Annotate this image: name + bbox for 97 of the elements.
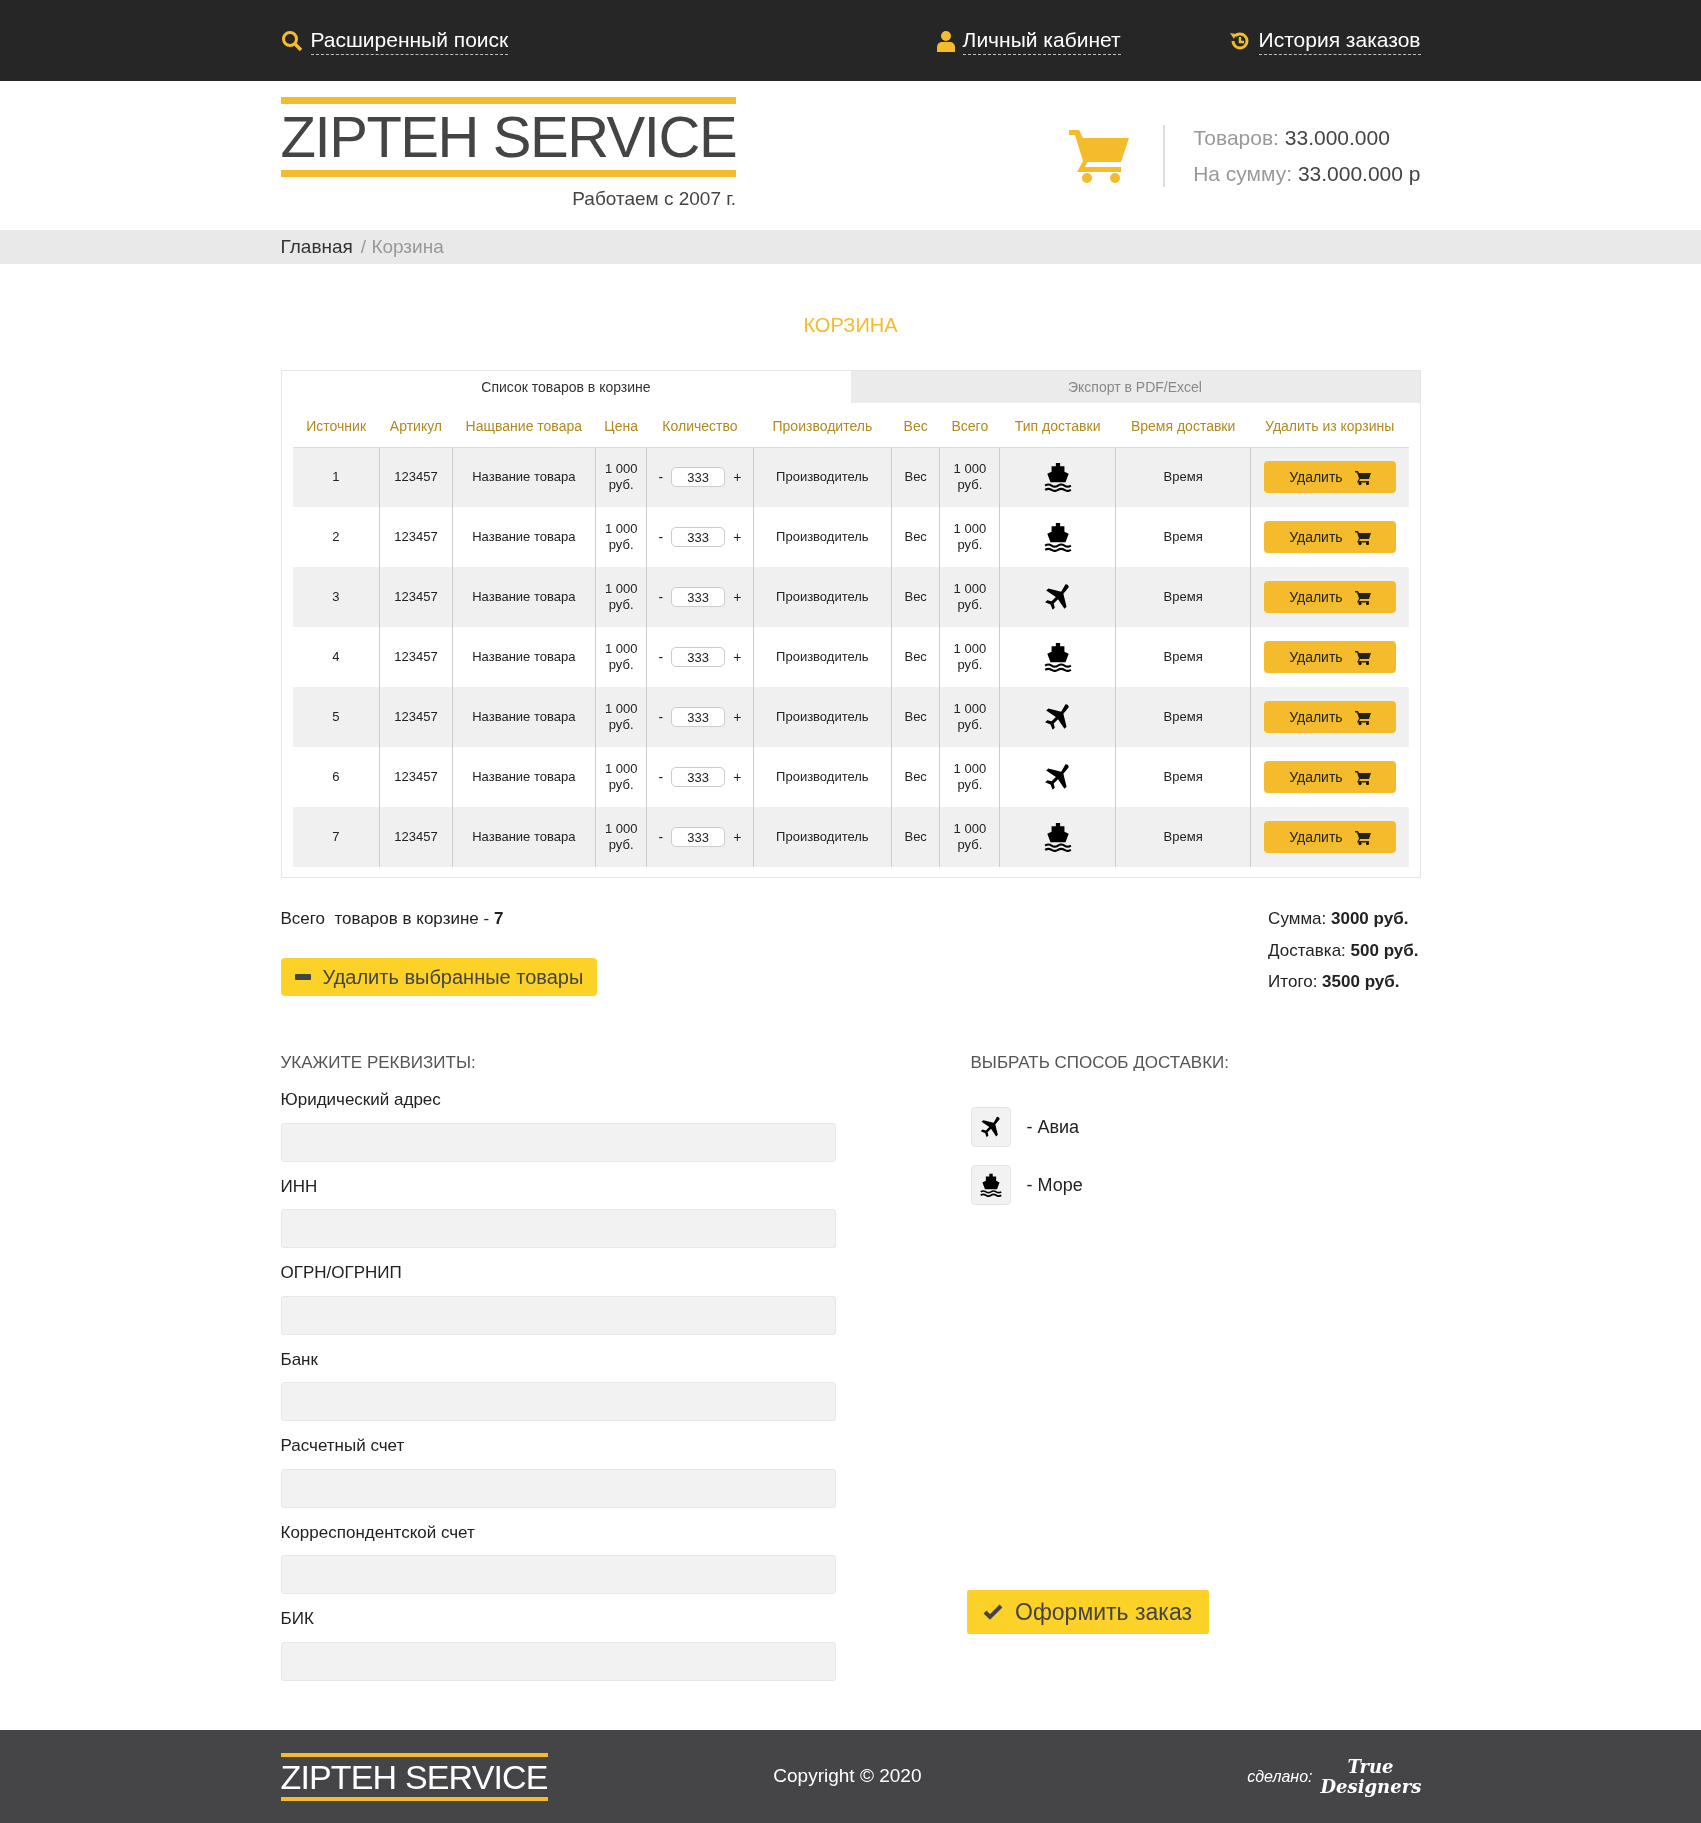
cart-icon — [1354, 529, 1371, 545]
ship-icon — [1042, 522, 1073, 552]
cart-icon — [1354, 769, 1371, 785]
quantity-field[interactable]: 333 — [671, 587, 726, 607]
footer-logo[interactable]: ZIPTEH SERVICE — [280, 1752, 548, 1801]
increase-button[interactable]: + — [733, 589, 742, 605]
search-icon[interactable] — [280, 29, 303, 52]
section-title: УКАЖИТЕ РЕКВИЗИТЫ: — [280, 1051, 477, 1074]
field-label: Банк — [280, 1348, 319, 1371]
delete-button[interactable]: Удалить — [1263, 641, 1396, 673]
field-label: ИНН — [280, 1175, 319, 1198]
decrease-button[interactable]: - — [658, 709, 664, 725]
quantity-field[interactable]: 333 — [671, 767, 726, 787]
column-header: Источник — [292, 407, 380, 447]
table-cell: 123457 — [379, 807, 453, 867]
decrease-button[interactable]: - — [658, 649, 664, 665]
ship-tile[interactable] — [970, 1165, 1011, 1205]
cart-icon — [1354, 649, 1371, 665]
column-header: Тип доставки — [999, 407, 1116, 447]
column-header: Нащвание товара — [452, 407, 596, 447]
nav-link[interactable]: Личный кабинет — [962, 26, 1121, 55]
copyright: Copyright © 2020 — [773, 1764, 922, 1789]
cart-icon — [1354, 469, 1371, 485]
quantity-field[interactable]: 333 — [671, 827, 726, 847]
delete-button[interactable]: Удалить — [1263, 581, 1396, 613]
increase-button[interactable]: + — [733, 769, 742, 785]
column-header: Цена — [595, 407, 647, 447]
field-label: Расчетный счет — [280, 1435, 406, 1457]
increase-button[interactable]: + — [733, 469, 742, 486]
ship-icon — [978, 1173, 1003, 1197]
user-icon[interactable] — [936, 29, 955, 52]
field-label: БИК — [280, 1608, 315, 1630]
quantity-field[interactable]: 333 — [671, 527, 726, 547]
made-by-logo[interactable]: True Designers — [1320, 1756, 1421, 1797]
column-header: Количество — [646, 407, 754, 447]
quantity-field[interactable]: 333 — [671, 467, 726, 488]
submit-order-button[interactable]: Оформить заказ — [966, 1590, 1209, 1634]
column-header: Удалить из корзины — [1250, 407, 1409, 447]
items-sum: На сумму: 33.000.000 р — [1193, 160, 1421, 187]
table-cell: Вес — [891, 807, 940, 867]
logo[interactable]: ZIPTEH SERVICE — [280, 97, 737, 178]
table-cell: Время — [1115, 807, 1251, 867]
delete-button[interactable]: Удалить — [1263, 461, 1396, 494]
table-cell: Название товара — [452, 807, 596, 867]
delivery-option-label: - Море — [1026, 1173, 1083, 1197]
delete-button[interactable]: Удалить — [1263, 701, 1396, 733]
total-line: Итого: 3500 руб. — [1268, 971, 1401, 993]
increase-button[interactable]: + — [733, 649, 742, 665]
nav-link[interactable]: Расширенный поиск — [310, 26, 509, 55]
increase-button[interactable]: + — [733, 529, 742, 545]
minus-icon — [294, 973, 311, 980]
ship-icon — [1042, 642, 1073, 672]
column-header: Вес — [891, 407, 940, 447]
total-line: Доставка: 500 руб. — [1268, 939, 1419, 962]
tagline: Работаем с 2007 г. — [572, 187, 737, 212]
table-cell: 7 — [292, 807, 380, 867]
plane-tile[interactable] — [970, 1107, 1011, 1147]
breadcrumb-item: / Корзина — [360, 234, 444, 259]
delete-button[interactable]: Удалить — [1263, 761, 1396, 793]
column-header: Время доставки — [1115, 407, 1251, 447]
ship-icon — [1042, 822, 1073, 852]
increase-button[interactable]: + — [733, 829, 742, 845]
delete-button[interactable]: Удалить — [1263, 521, 1396, 553]
page-title: КОРЗИНА — [802, 313, 899, 338]
made-by-label: сделано: — [1247, 1766, 1313, 1787]
delivery-option-label: - Авиа — [1026, 1115, 1080, 1139]
field-label: Юридический адрес — [280, 1089, 442, 1111]
items-count: Товаров: 33.000.000 — [1193, 124, 1391, 151]
column-header: Всего — [939, 407, 1000, 447]
increase-button[interactable]: + — [733, 709, 742, 725]
decrease-button[interactable]: - — [658, 529, 664, 545]
ship-icon — [1042, 462, 1073, 493]
check-icon — [983, 1604, 1003, 1620]
decrease-button[interactable]: - — [658, 769, 664, 785]
column-header: Производитель — [753, 407, 892, 447]
decrease-button[interactable]: - — [658, 589, 664, 605]
table-cell: 1 000 руб. — [595, 807, 647, 867]
delete-button[interactable]: Удалить — [1263, 821, 1396, 853]
table-cell: 1 000 руб. — [939, 807, 1000, 867]
delete-selected-button[interactable]: Удалить выбранные товары — [280, 957, 598, 996]
cart-icon[interactable] — [1069, 127, 1132, 184]
quantity-field[interactable]: 333 — [671, 647, 726, 667]
cart-icon — [1354, 589, 1371, 605]
breadcrumb-item[interactable]: Главная — [280, 232, 353, 262]
items-total-text: Всего товаров в корзине - 7 — [280, 908, 504, 930]
field-label: ОГРН/ОГРНИП — [280, 1262, 403, 1284]
cart-icon — [1354, 709, 1371, 725]
cart-icon — [1354, 829, 1371, 845]
field-label: Корреспондентской счет — [280, 1521, 476, 1544]
quantity-field[interactable]: 333 — [671, 707, 726, 727]
table-cell: Производитель — [753, 807, 892, 867]
column-header: Артикул — [379, 407, 453, 447]
decrease-button[interactable]: - — [658, 469, 664, 486]
total-line: Сумма: 3000 руб. — [1268, 908, 1410, 930]
section-title: ВЫБРАТЬ СПОСОБ ДОСТАВКИ: — [970, 1051, 1230, 1074]
nav-link[interactable]: История заказов — [1258, 26, 1421, 55]
decrease-button[interactable]: - — [658, 829, 664, 845]
